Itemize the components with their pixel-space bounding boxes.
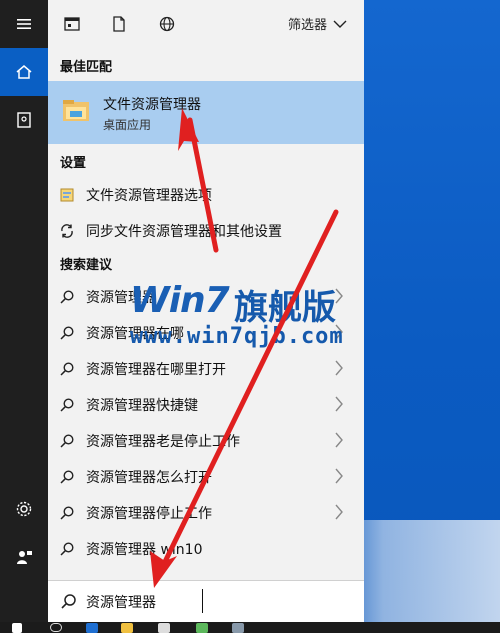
windows-start-icon[interactable] bbox=[12, 623, 22, 633]
best-match-title: 文件资源管理器 bbox=[103, 97, 201, 113]
settings-item-label: 文件资源管理器选项 bbox=[86, 188, 212, 204]
sync-icon bbox=[61, 224, 73, 238]
edge-icon[interactable] bbox=[86, 623, 98, 633]
suggestion-label: 资源管理器在哪 bbox=[86, 326, 184, 342]
suggestion-label: 资源管理器 win10 bbox=[86, 542, 203, 558]
suggestion-item[interactable]: 资源管理器在哪 bbox=[48, 314, 364, 350]
search-icon bbox=[60, 542, 74, 556]
search-icon bbox=[60, 470, 74, 484]
chevron-right-icon[interactable] bbox=[334, 468, 344, 484]
feedback-button[interactable] bbox=[0, 533, 48, 581]
web-filter-button[interactable] bbox=[156, 13, 178, 35]
start-rail bbox=[0, 0, 48, 622]
suggestion-label: 资源管理器老是停止工作 bbox=[86, 434, 240, 450]
search-icon-wrap bbox=[58, 468, 76, 486]
search-icon-wrap bbox=[58, 324, 76, 342]
apps-filter-button[interactable] bbox=[61, 13, 83, 35]
suggestion-item[interactable]: 资源管理器 win10 bbox=[48, 530, 364, 566]
suggestion-label: 资源管理器在哪里打开 bbox=[86, 362, 226, 378]
settings-item[interactable]: 文件资源管理器选项 bbox=[48, 176, 364, 212]
document-icon bbox=[113, 16, 125, 32]
file-explorer-taskbar-icon[interactable] bbox=[121, 623, 133, 633]
search-icon-wrap bbox=[58, 504, 76, 522]
suggestion-item[interactable]: 资源管理器快捷键 bbox=[48, 386, 364, 422]
suggestion-label: 资源管理器快捷键 bbox=[86, 398, 198, 414]
home-button[interactable] bbox=[0, 48, 48, 96]
settings-item-label: 同步文件资源管理器和其他设置 bbox=[86, 224, 282, 240]
sync-icon-wrap bbox=[58, 222, 76, 240]
search-icon-wrap bbox=[58, 360, 76, 378]
text-caret bbox=[202, 589, 203, 613]
filter-label: 筛选器 bbox=[288, 18, 328, 33]
best-match-subtitle: 桌面应用 bbox=[103, 118, 152, 132]
suggestion-label: 资源管理器 bbox=[86, 290, 156, 306]
suggestion-item[interactable]: 资源管理器怎么打开 bbox=[48, 458, 364, 494]
search-icon bbox=[60, 506, 74, 520]
suggestion-item[interactable]: 资源管理器 bbox=[48, 278, 364, 314]
home-icon bbox=[16, 65, 32, 79]
folder-options-icon-wrap bbox=[58, 186, 76, 204]
suggestion-item[interactable]: 资源管理器停止工作 bbox=[48, 494, 364, 530]
best-match-heading: 最佳匹配 bbox=[60, 60, 113, 75]
chevron-right-icon[interactable] bbox=[334, 288, 344, 304]
search-icon-wrap bbox=[58, 540, 76, 558]
gear-icon bbox=[16, 501, 32, 517]
search-icon bbox=[60, 326, 74, 340]
search-box[interactable]: 资源管理器 bbox=[48, 580, 364, 623]
notebook-button[interactable] bbox=[0, 96, 48, 144]
hamburger-menu-button[interactable] bbox=[0, 0, 48, 48]
search-input[interactable]: 资源管理器 bbox=[86, 592, 156, 612]
hamburger-icon bbox=[17, 19, 31, 29]
chevron-right-icon[interactable] bbox=[334, 396, 344, 412]
suggestions-heading: 搜索建议 bbox=[60, 258, 113, 273]
settings-item[interactable]: 同步文件资源管理器和其他设置 bbox=[48, 212, 364, 248]
search-icon-wrap bbox=[58, 432, 76, 450]
suggestion-label: 资源管理器停止工作 bbox=[86, 506, 212, 522]
search-results-panel: 筛选器 最佳匹配 文件资源管理器 桌面应用 设置 文件资源管理器选项 同步文件资… bbox=[48, 0, 364, 623]
suggestion-item[interactable]: 资源管理器在哪里打开 bbox=[48, 350, 364, 386]
folder-options-icon bbox=[60, 188, 74, 202]
search-icon bbox=[60, 434, 74, 448]
feedback-person-icon bbox=[17, 551, 32, 564]
search-icon bbox=[60, 362, 74, 376]
notebook-icon bbox=[17, 112, 31, 128]
taskbar bbox=[0, 622, 500, 633]
chevron-right-icon[interactable] bbox=[334, 360, 344, 376]
chevron-right-icon[interactable] bbox=[334, 504, 344, 520]
search-icon-wrap bbox=[58, 288, 76, 306]
app-green-icon[interactable] bbox=[196, 623, 208, 633]
chevron-right-icon[interactable] bbox=[334, 432, 344, 448]
settings-button[interactable] bbox=[0, 485, 48, 533]
chevron-down-icon bbox=[333, 20, 347, 28]
suggestion-label: 资源管理器怎么打开 bbox=[86, 470, 212, 486]
file-explorer-icon bbox=[63, 100, 89, 121]
search-icon-wrap bbox=[58, 396, 76, 414]
search-icon bbox=[61, 594, 76, 609]
best-match-item[interactable]: 文件资源管理器 桌面应用 bbox=[48, 81, 364, 144]
search-filter-bar: 筛选器 bbox=[48, 0, 364, 48]
cortana-icon[interactable] bbox=[50, 623, 62, 632]
documents-filter-button[interactable] bbox=[108, 13, 130, 35]
app-gray-icon[interactable] bbox=[232, 623, 244, 633]
apps-icon bbox=[64, 17, 80, 31]
chevron-right-icon[interactable] bbox=[334, 324, 344, 340]
filter-dropdown[interactable]: 筛选器 bbox=[288, 14, 347, 33]
store-icon[interactable] bbox=[158, 623, 170, 633]
search-icon bbox=[60, 290, 74, 304]
search-icon bbox=[60, 398, 74, 412]
settings-heading: 设置 bbox=[60, 156, 87, 171]
suggestion-item[interactable]: 资源管理器老是停止工作 bbox=[48, 422, 364, 458]
globe-icon bbox=[159, 16, 175, 32]
